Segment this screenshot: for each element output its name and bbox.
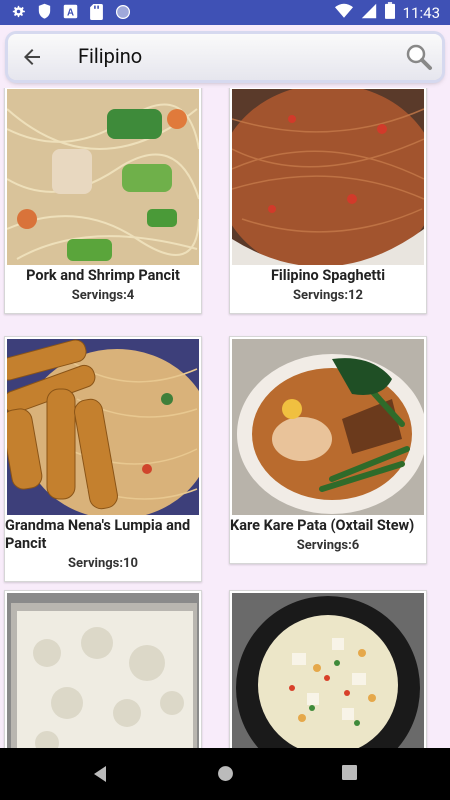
a-icon: A [62,3,79,20]
recipe-name: Kare Kare Pata (Oxtail Stew) [230,517,415,534]
circle-icon [114,3,131,20]
arrow-back-icon[interactable] [20,45,44,69]
recents-icon[interactable] [342,765,357,784]
recipe-servings: Servings:10 [68,556,138,571]
shield-icon [36,3,53,20]
recipe-servings: Servings:6 [296,538,360,553]
recipe-servings: Servings:4 [71,288,135,303]
recipe-card[interactable]: Grandma Nena's Lumpia and Pancit Serving… [4,336,202,582]
search-bar[interactable]: Filipino [8,34,442,80]
recipe-image [7,89,199,265]
home-icon[interactable] [217,765,234,786]
recipe-grid: Pork and Shrimp Pancit Servings:4 Filipi… [0,88,450,748]
svg-text:A: A [67,7,74,18]
sd-card-icon [88,3,105,20]
search-query[interactable]: Filipino [78,44,142,68]
recipe-image [232,593,424,748]
recipe-image [232,339,424,515]
recipe-card[interactable] [4,590,202,748]
recipe-name: Pork and Shrimp Pancit [26,267,180,284]
back-icon[interactable] [92,765,108,787]
recipe-name: Grandma Nena's Lumpia and Pancit [5,517,191,552]
magnifier-icon[interactable] [404,42,434,72]
recipe-card[interactable] [229,590,427,748]
signal-icon [361,3,377,23]
recipe-image [7,339,199,515]
recipe-card[interactable]: Kare Kare Pata (Oxtail Stew) Servings:6 [229,336,427,564]
recipe-image [232,89,424,265]
navigation-bar [0,748,450,800]
wifi-icon [334,3,353,23]
status-bar: A 11:43 [0,0,450,25]
recipe-card[interactable]: Pork and Shrimp Pancit Servings:4 [4,88,202,314]
recipe-name: Filipino Spaghetti [270,267,386,284]
battery-icon [384,2,395,23]
clock: 11:43 [402,3,440,22]
recipe-card[interactable]: Filipino Spaghetti Servings:12 [229,88,427,314]
recipe-servings: Servings:12 [293,288,363,303]
gear-icon [10,3,27,20]
recipe-image [7,593,199,748]
